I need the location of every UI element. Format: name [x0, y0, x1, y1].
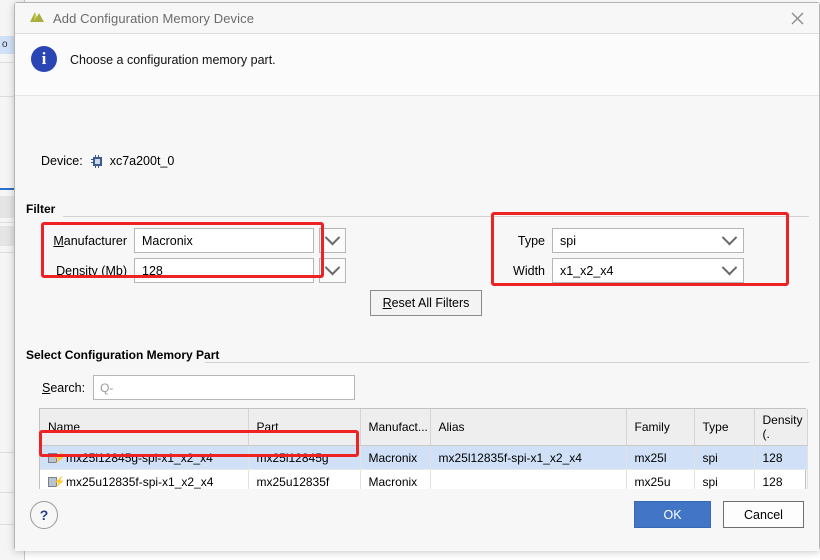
manufacturer-input[interactable]: Macronix [134, 228, 314, 253]
vivado-logo-icon [27, 10, 47, 26]
add-configuration-memory-device-dialog: Add Configuration Memory Device i Choose… [14, 2, 820, 551]
cell-part: mx25l12845g [248, 445, 361, 470]
device-label: Device: [41, 154, 83, 168]
device-value: xc7a200t_0 [109, 154, 175, 168]
column-header-family[interactable]: Family [626, 409, 695, 446]
cell-density: 128 [754, 445, 808, 470]
cell-name: ⚡ mx25l12845g-spi-x1_x2_x4 [40, 445, 249, 470]
select-section-title: Select Configuration Memory Part [26, 348, 220, 362]
column-header-part[interactable]: Part [248, 409, 361, 446]
chevron-down-icon[interactable] [319, 228, 346, 253]
search-icon: Q- [100, 380, 114, 395]
memory-device-icon: ⚡ [48, 476, 65, 488]
dialog-footer: ? OK Cancel [15, 489, 819, 551]
type-label: Type [517, 233, 545, 248]
filter-group-title: Filter [26, 202, 56, 216]
density-input[interactable]: 128 [134, 258, 314, 283]
manufacturer-filter-row: Manufacturer Macronix [41, 228, 346, 253]
filter-divider [63, 216, 809, 217]
search-row: Search: Q- [42, 375, 356, 400]
table-header-row: Name Part Manufact... Alias Family Type … [40, 409, 808, 446]
info-icon: i [31, 46, 57, 72]
manufacturer-label: Manufacturer [53, 233, 127, 248]
chevron-down-icon[interactable] [319, 258, 346, 283]
ok-button[interactable]: OK [634, 501, 711, 528]
search-label: Search: [42, 380, 86, 395]
cell-family: mx25l [626, 445, 695, 470]
row-name-text: mx25u12835f-spi-x1_x2_x4 [66, 474, 214, 489]
column-header-manufacturer[interactable]: Manufact... [360, 409, 431, 446]
reset-all-filters-label: Reset All Filters [382, 296, 470, 310]
cell-alias: mx25l12835f-spi-x1_x2_x4 [430, 445, 627, 470]
dialog-title: Add Configuration Memory Device [53, 10, 255, 26]
width-filter-row: Width x1_x2_x4 [503, 258, 744, 283]
type-filter-row: Type spi [503, 228, 744, 253]
chevron-down-icon[interactable] [716, 228, 743, 253]
density-label: Density (Mb) [56, 263, 127, 278]
help-button[interactable]: ? [30, 501, 58, 529]
row-name-text: mx25l12845g-spi-x1_x2_x4 [66, 450, 213, 465]
device-row: Device: xc7a200t_0 [41, 154, 174, 168]
reset-all-filters-button[interactable]: Reset All Filters [370, 290, 482, 316]
cell-type: spi [694, 445, 755, 470]
select-divider [205, 362, 809, 363]
table-row[interactable]: ⚡ mx25l12845g-spi-x1_x2_x4 mx25l12845g M… [40, 445, 808, 470]
info-banner: i Choose a configuration memory part. [15, 34, 819, 96]
info-icon-glyph: i [41, 49, 47, 68]
column-header-name[interactable]: Name [40, 409, 249, 446]
dialog-body: i Choose a configuration memory part. De… [15, 34, 819, 551]
dialog-titlebar: Add Configuration Memory Device [15, 3, 819, 34]
memory-device-icon: ⚡ [48, 452, 65, 464]
width-label: Width [513, 263, 545, 278]
cancel-button[interactable]: Cancel [723, 501, 804, 528]
column-header-type[interactable]: Type [694, 409, 755, 446]
chip-icon [90, 154, 104, 168]
cell-manufacturer: Macronix [360, 445, 431, 470]
close-icon[interactable] [785, 7, 809, 29]
chevron-down-icon[interactable] [716, 258, 743, 283]
search-input[interactable]: Q- [93, 375, 356, 400]
column-header-alias[interactable]: Alias [430, 409, 627, 446]
density-filter-row: Density (Mb) 128 [41, 258, 346, 283]
column-header-density[interactable]: Density (. [754, 409, 808, 446]
banner-message: Choose a configuration memory part. [70, 53, 276, 67]
